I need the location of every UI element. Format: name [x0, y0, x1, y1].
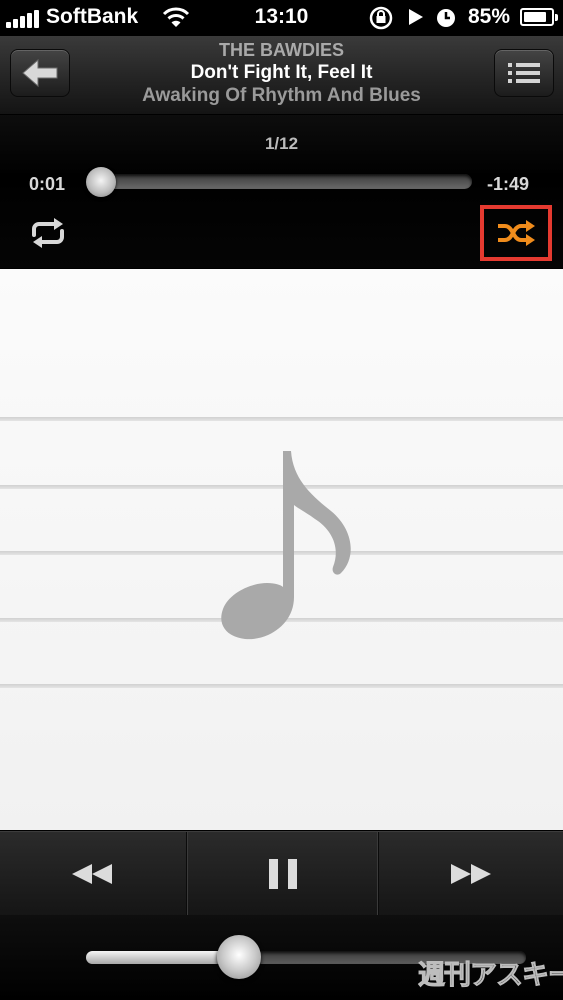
- back-arrow-icon: [22, 58, 58, 88]
- track-list-button[interactable]: [494, 49, 554, 97]
- elapsed-time: 0:01: [29, 174, 66, 194]
- staff-line: [0, 417, 563, 421]
- battery-icon: [520, 8, 558, 26]
- progress-slider-thumb[interactable]: [86, 167, 116, 197]
- rotation-lock-icon: [369, 6, 393, 30]
- shuffle-button[interactable]: [480, 205, 552, 261]
- music-note-icon: [221, 451, 351, 640]
- rewind-icon: [72, 864, 112, 884]
- repeat-icon: [32, 218, 64, 248]
- track-counter: 1/12: [264, 134, 299, 153]
- track-list-icon: [508, 63, 540, 83]
- now-playing-header: THE BAWDIES Don't Fight It, Feel It Awak…: [0, 36, 563, 115]
- status-bar: SoftBank 13:10 85%: [0, 0, 563, 36]
- transport-bar: [0, 831, 563, 916]
- volume-area: 週刊アスキー: [0, 915, 563, 1000]
- progress-slider[interactable]: [94, 174, 472, 189]
- volume-slider-thumb[interactable]: [217, 935, 261, 979]
- alarm-icon: [437, 9, 455, 27]
- fast-forward-icon: [451, 864, 491, 884]
- album-name: Awaking Of Rhythm And Blues: [142, 85, 421, 106]
- staff-line: [0, 684, 563, 688]
- pause-button[interactable]: [186, 832, 379, 916]
- song-title: Don't Fight It, Feel It: [190, 62, 373, 83]
- previous-track-button[interactable]: [0, 832, 184, 916]
- remaining-time: -1:49: [487, 174, 530, 194]
- play-indicator-icon: [409, 9, 423, 25]
- battery-percent: 85%: [468, 5, 511, 28]
- pause-icon: [268, 859, 297, 889]
- repeat-button[interactable]: [28, 217, 68, 249]
- album-artwork-placeholder: [0, 269, 563, 830]
- playback-controls: 1/12 0:01 -1:49: [0, 115, 563, 268]
- shuffle-icon: [498, 220, 535, 246]
- next-track-button[interactable]: [379, 832, 563, 916]
- back-button[interactable]: [10, 49, 70, 97]
- artist-name: THE BAWDIES: [218, 40, 344, 60]
- watermark-logo: 週刊アスキー: [418, 960, 563, 991]
